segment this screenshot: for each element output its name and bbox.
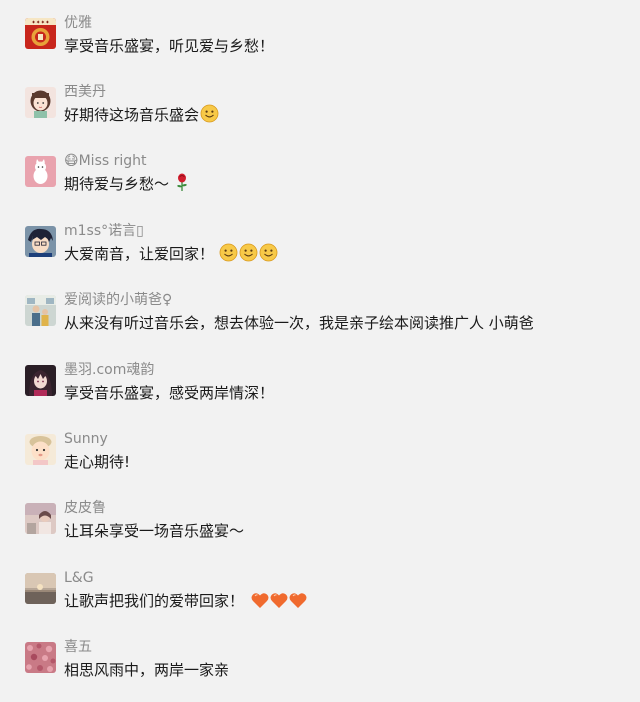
comment-item: 爱阅读的小萌爸♀ 从来没有听过音乐会，想去体验一次，我是亲子绘本阅读推广人 小萌… [0, 291, 640, 351]
comment-nickname: 爱阅读的小萌爸♀ [64, 292, 173, 308]
rose-emoji-icon [175, 173, 189, 192]
smile-emoji-icon [259, 243, 278, 262]
comment-nickname: 😷Miss right [64, 153, 147, 169]
comment-nickname: 优雅 [64, 15, 92, 31]
comment-list: ✦✦✦✦ 优雅 享受音乐盛宴，听见爱与乡愁！ 西美丹 好期待这场音乐盛会 😷Mi… [0, 0, 640, 702]
comment-item: 喜五 相思风雨中，两岸一家亲 [0, 638, 640, 698]
comment-nickname: 西美丹 [64, 84, 106, 100]
comment-text: 期待爱与乡愁～ [64, 173, 189, 195]
comment-text: 从来没有听过音乐会，想去体验一次，我是亲子绘本阅读推广人 小萌爸 [64, 314, 534, 332]
svg-text:✦✦✦✦: ✦✦✦✦ [31, 19, 50, 26]
flower-field-avatar[interactable] [25, 642, 56, 673]
comment-text: 享受音乐盛宴，感受两岸情深！ [64, 384, 275, 402]
comment-item: 皮皮鲁 让耳朵享受一场音乐盛宴～ [0, 499, 640, 559]
smile-emoji-icon [219, 243, 238, 262]
comment-nickname: 墨羽.com魂韵 [64, 362, 155, 378]
comment-item: m1ss°诺言▯ 大爱南音，让爱回家！ [0, 222, 640, 282]
cartoon-girl-avatar[interactable] [25, 87, 56, 118]
comment-item: 墨羽.com魂韵 享受音乐盛宴，感受两岸情深！ [0, 361, 640, 421]
heart-emoji-icon [251, 592, 269, 609]
baby-avatar[interactable] [25, 434, 56, 465]
comment-nickname: Sunny [64, 431, 108, 447]
comment-item: L&G 让歌声把我们的爱带回家！ [0, 569, 640, 629]
comment-text: 相思风雨中，两岸一家亲 [64, 661, 230, 679]
soft-photo-avatar[interactable] [25, 503, 56, 534]
comment-text: 大爱南音，让爱回家！ [64, 243, 278, 265]
heart-emoji-icon [270, 592, 288, 609]
sunset-avatar[interactable] [25, 573, 56, 604]
comment-nickname: 喜五 [64, 639, 92, 655]
calligraphy-logo-avatar[interactable]: ✦✦✦✦ [25, 18, 56, 49]
smile-emoji-icon [239, 243, 258, 262]
dark-anime-avatar[interactable] [25, 365, 56, 396]
comment-item: Sunny 走心期待! [0, 430, 640, 490]
heart-emoji-icon [289, 592, 307, 609]
comment-text: 走心期待! [64, 453, 131, 471]
comment-text: 让耳朵享受一场音乐盛宴～ [64, 522, 245, 540]
comment-item: ✦✦✦✦ 优雅 享受音乐盛宴，听见爱与乡愁！ [0, 14, 640, 74]
comment-nickname: L&G [64, 570, 94, 586]
comment-nickname: 皮皮鲁 [64, 500, 106, 516]
comment-text: 好期待这场音乐盛会 [64, 104, 219, 126]
comment-item: 😷Miss right 期待爱与乡愁～ [0, 152, 640, 212]
anime-boy-avatar[interactable] [25, 226, 56, 257]
comment-text: 享受音乐盛宴，听见爱与乡愁！ [64, 37, 275, 55]
comment-text: 让歌声把我们的爱带回家！ [64, 590, 307, 612]
smile-emoji-icon [200, 104, 219, 123]
family-photo-avatar[interactable] [25, 295, 56, 326]
comment-item: 西美丹 好期待这场音乐盛会 [0, 83, 640, 143]
white-cat-avatar[interactable] [25, 156, 56, 187]
comment-nickname: m1ss°诺言▯ [64, 223, 144, 239]
